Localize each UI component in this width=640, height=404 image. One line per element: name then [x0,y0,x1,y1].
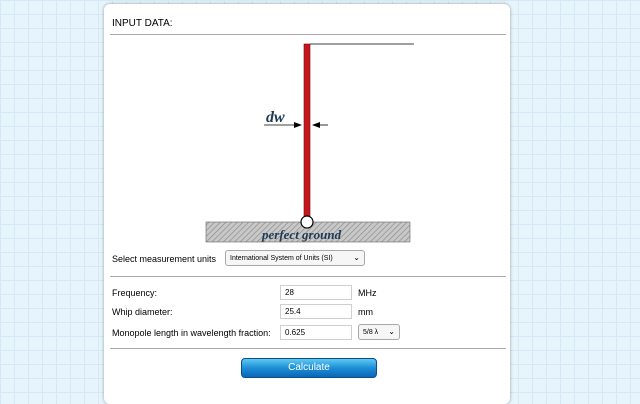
input-panel: INPUT DATA: dw Lg per [104,4,510,404]
whip-diameter-label: Whip diameter: [112,307,173,317]
divider [110,276,506,277]
dw-arrow-right [312,122,320,128]
fraction-selected-value: 5/8 λ [363,329,379,336]
frequency-unit: MHz [358,288,377,298]
wavelength-fraction-select[interactable]: 5/8 λ ⌄ [358,324,400,340]
frequency-label: Frequency: [112,288,158,298]
monopole-length-label: Monopole length in wavelength fraction: [112,328,271,338]
units-select[interactable]: International System of Units (SI) ⌄ [225,250,365,266]
dw-label: dw [266,109,285,126]
units-selected-value: International System of Units (SI) [230,255,333,262]
chevron-down-icon: ⌄ [353,253,360,262]
divider [110,348,506,349]
whip-diameter-input[interactable]: 25.4 [280,304,352,319]
whip-diameter-unit: mm [358,307,373,317]
ground-label: perfect ground [261,227,342,242]
section-title: INPUT DATA: [112,18,173,29]
chevron-down-icon: ⌄ [388,327,395,336]
units-label: Select measurement units [112,254,217,264]
whip-element [303,43,311,223]
monopole-length-input[interactable]: 0.625 [280,325,352,340]
calculate-button[interactable]: Calculate [241,358,377,378]
frequency-input[interactable]: 28 [280,285,352,300]
divider [110,34,506,35]
monopole-diagram: dw Lg perfect ground [205,43,414,243]
dw-arrow-left [294,122,302,128]
